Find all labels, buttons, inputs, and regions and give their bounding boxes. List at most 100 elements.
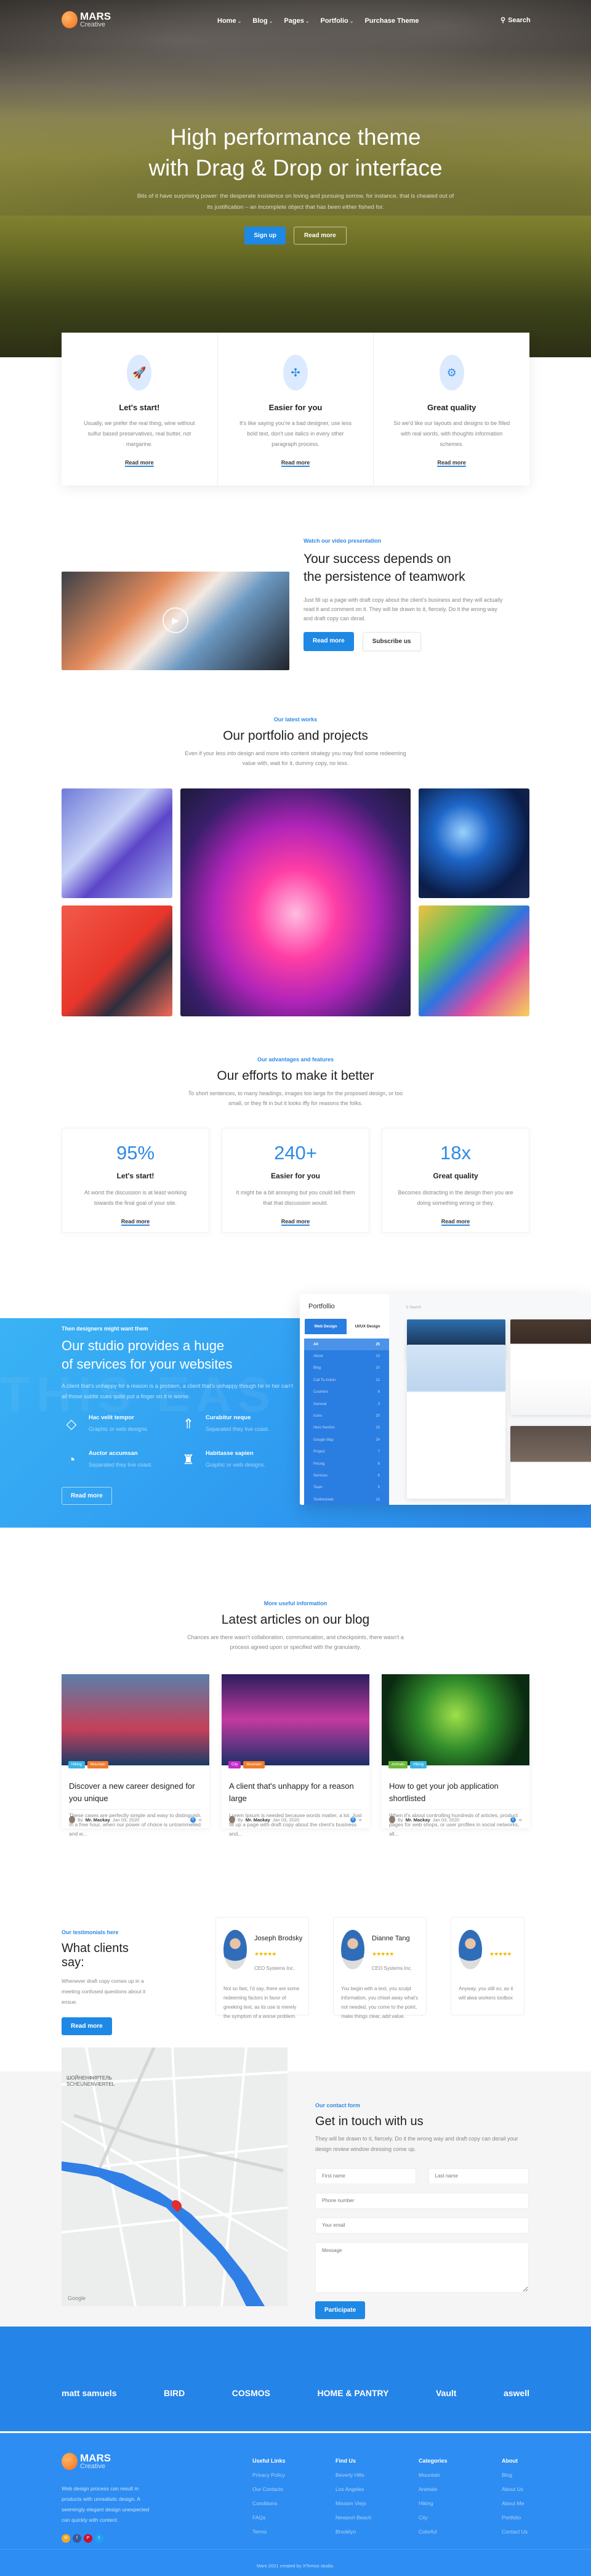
footer-link[interactable]: Los Angeles xyxy=(336,2486,371,2492)
comment-count-badge[interactable]: 0 xyxy=(350,1817,356,1823)
blog-image[interactable]: City Mountain xyxy=(222,1674,369,1768)
first-name-input[interactable] xyxy=(315,2168,416,2184)
twitter-icon[interactable]: t xyxy=(95,2534,103,2543)
footer-link[interactable]: Portfolio xyxy=(502,2514,528,2521)
footer-link[interactable]: Hiking xyxy=(419,2500,448,2506)
portfolio-image-fluid[interactable] xyxy=(419,905,529,1016)
blog-tag[interactable]: Mountain xyxy=(87,1761,109,1768)
panel-category-item[interactable]: Testimonials 13 xyxy=(304,1494,389,1505)
footer-link[interactable]: FAQs xyxy=(252,2514,286,2521)
panel-category-item[interactable]: Hero Section 15 xyxy=(304,1422,389,1434)
mail-icon[interactable]: ✉ xyxy=(62,2534,70,2543)
comment-count-badge[interactable]: 2 xyxy=(510,1817,516,1823)
share-icon[interactable]: ⋖ xyxy=(518,1817,522,1823)
panel-category-item[interactable]: Blog 10 xyxy=(304,1363,389,1374)
panel-category-item[interactable]: General 3 xyxy=(304,1398,389,1410)
pinterest-icon[interactable]: P xyxy=(84,2534,92,2543)
nav-purchase-theme[interactable]: Purchase Theme xyxy=(364,17,419,25)
panel-category-item[interactable]: About 10 xyxy=(304,1350,389,1362)
services-read-more-button[interactable]: Read more xyxy=(62,1487,112,1505)
panel-category-item[interactable]: Team 5 xyxy=(304,1482,389,1494)
feature-read-more-link[interactable]: Read more xyxy=(281,460,310,467)
footer-link[interactable]: Contact Us xyxy=(502,2529,528,2535)
footer-link[interactable]: Privacy Policy xyxy=(252,2472,286,2478)
portfolio-image-jellyfish[interactable] xyxy=(419,788,529,898)
blog-image[interactable]: Hiking Mountain xyxy=(62,1674,209,1768)
footer-link[interactable]: Animals xyxy=(419,2486,448,2492)
nav-portfolio[interactable]: Portfolio ⌄ xyxy=(321,17,354,25)
panel-category-item[interactable]: Services 8 xyxy=(304,1470,389,1481)
portfolio-image-corridor[interactable] xyxy=(180,788,411,1016)
video-thumbnail[interactable]: ▶ xyxy=(62,572,289,670)
footer-link[interactable]: Terms xyxy=(252,2529,286,2535)
message-textarea[interactable] xyxy=(315,2242,529,2293)
author-name[interactable]: Mr. Mackay xyxy=(406,1817,430,1823)
panel-search[interactable]: ⚲ Search xyxy=(406,1305,421,1310)
blog-image[interactable]: Animals Hiking xyxy=(382,1674,529,1768)
footer-link[interactable]: Conditions xyxy=(252,2500,286,2506)
stat-read-more-link[interactable]: Read more xyxy=(441,1218,470,1226)
subscribe-button[interactable]: Subscribe us xyxy=(362,632,421,651)
footer-link[interactable]: Newport Beach xyxy=(336,2514,371,2521)
testimonials-read-more-button[interactable]: Read more xyxy=(62,2017,112,2035)
feature-read-more-link[interactable]: Read more xyxy=(125,460,154,467)
share-icon[interactable]: ⋖ xyxy=(198,1817,202,1823)
site-logo[interactable]: MARS Creative xyxy=(62,11,111,28)
phone-input[interactable] xyxy=(315,2193,529,2209)
footer-link[interactable]: Brooklyn xyxy=(336,2529,371,2535)
footer-logo[interactable]: MARS Creative xyxy=(62,2453,154,2470)
hero-read-more-button[interactable]: Read more xyxy=(293,227,347,245)
blog-card[interactable]: Hiking Mountain Discover a new career des… xyxy=(62,1674,209,1837)
panel-category-item[interactable]: Call To Action 12 xyxy=(304,1374,389,1386)
footer-link[interactable]: Beverly Hills xyxy=(336,2472,371,2478)
nav-blog[interactable]: Blog ⌄ xyxy=(252,17,273,25)
author-name[interactable]: Mr. Mackay xyxy=(86,1817,110,1823)
tab-web-design[interactable]: Web Design xyxy=(305,1319,347,1334)
blog-post-title[interactable]: A client that's unhappy for a reason lar… xyxy=(229,1780,362,1805)
last-name-input[interactable] xyxy=(428,2168,529,2184)
footer-link[interactable]: About Me xyxy=(502,2500,528,2506)
footer-link[interactable]: Mission Viejo xyxy=(336,2500,371,2506)
footer-link[interactable]: About Us xyxy=(502,2486,528,2492)
template-preview[interactable] xyxy=(510,1426,591,1505)
footer-link[interactable]: Blog xyxy=(502,2472,528,2478)
blog-card[interactable]: City Mountain A client that's unhappy for… xyxy=(222,1674,369,1837)
portfolio-image-vr[interactable] xyxy=(62,905,172,1016)
panel-category-item[interactable]: Google Map 24 xyxy=(304,1434,389,1446)
play-icon[interactable]: ▶ xyxy=(163,607,188,633)
stat-read-more-link[interactable]: Read more xyxy=(121,1218,150,1226)
share-icon[interactable]: ⋖ xyxy=(358,1817,362,1823)
stat-read-more-link[interactable]: Read more xyxy=(281,1218,310,1226)
map[interactable]: ШОЙНЕНФИРТЕЛЬ SCHEUNENVIERTEL Google xyxy=(62,2047,287,2306)
nav-home[interactable]: Home ⌄ xyxy=(217,17,241,25)
panel-category-item[interactable]: Icons 20 xyxy=(304,1410,389,1422)
template-preview[interactable] xyxy=(510,1319,591,1415)
template-preview[interactable] xyxy=(407,1345,505,1499)
tab-uiux-design[interactable]: UI/UX Design xyxy=(347,1319,388,1334)
blog-post-title[interactable]: Discover a new career designed for you u… xyxy=(69,1780,202,1805)
footer-link[interactable]: Our Contacts xyxy=(252,2486,286,2492)
blog-tag[interactable]: Hiking xyxy=(410,1761,427,1768)
panel-category-item[interactable]: All 25 xyxy=(304,1339,389,1351)
blog-tag[interactable]: Animals xyxy=(388,1761,408,1768)
participate-button[interactable]: Participate xyxy=(315,2301,366,2319)
blog-tag[interactable]: Hiking xyxy=(68,1761,85,1768)
sign-up-button[interactable]: Sign up xyxy=(244,227,286,245)
video-read-more-button[interactable]: Read more xyxy=(304,632,354,651)
panel-category-item[interactable]: Counters 8 xyxy=(304,1387,389,1398)
search-button[interactable]: ⚲ Search xyxy=(501,16,531,25)
footer-link[interactable]: City xyxy=(419,2514,448,2521)
blog-card[interactable]: Animals Hiking How to get your job applic… xyxy=(382,1674,529,1837)
email-input[interactable] xyxy=(315,2218,529,2234)
comment-count-badge[interactable]: 0 xyxy=(190,1817,196,1823)
panel-category-item[interactable]: Pricing 6 xyxy=(304,1458,389,1470)
facebook-icon[interactable]: f xyxy=(73,2534,81,2543)
nav-pages[interactable]: Pages ⌄ xyxy=(284,17,309,25)
panel-category-item[interactable]: Project 7 xyxy=(304,1446,389,1458)
author-name[interactable]: Mr. Mackay xyxy=(246,1817,270,1823)
feature-read-more-link[interactable]: Read more xyxy=(437,460,466,467)
blog-tag[interactable]: Mountain xyxy=(243,1761,265,1768)
footer-link[interactable]: Colorful xyxy=(419,2529,448,2535)
footer-link[interactable]: Mountain xyxy=(419,2472,448,2478)
blog-post-title[interactable]: How to get your job application shortlis… xyxy=(389,1780,522,1805)
